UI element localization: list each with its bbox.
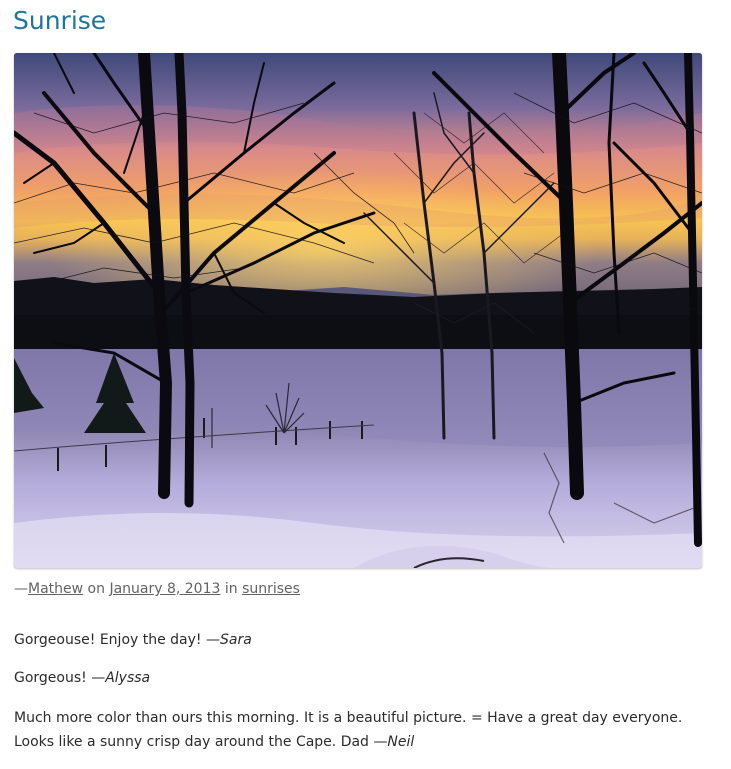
comment-3: Much more color than ours this morning. … <box>14 706 704 754</box>
comment-1: Gorgeouse! Enjoy the day! —Sara <box>14 628 704 652</box>
category-link[interactable]: sunrises <box>242 581 300 597</box>
meta-dash: — <box>14 581 28 597</box>
comment-2: Gorgeous! —Alyssa <box>14 666 704 690</box>
comment-text-line-2: Looks like a sunny crisp day around the … <box>14 734 388 750</box>
meta-on-text: on <box>83 581 110 597</box>
meta-in-text: in <box>220 581 243 597</box>
comment-author: Neil <box>387 734 415 750</box>
author-link[interactable]: Mathew <box>28 581 83 597</box>
sunrise-photo[interactable] <box>14 53 702 568</box>
comment-line-2: Looks like a sunny crisp day around the … <box>14 730 704 754</box>
date-link[interactable]: January 8, 2013 <box>109 581 220 597</box>
comment-text: Gorgeous! — <box>14 670 106 686</box>
comment-author: Sara <box>219 632 252 648</box>
sunrise-photo-drawing <box>14 53 702 568</box>
comment-text-line-1: Much more color than ours this morning. … <box>14 710 683 726</box>
post-meta: —Mathew on January 8, 2013 in sunrises <box>14 579 300 599</box>
comment-text: Gorgeouse! Enjoy the day! — <box>14 632 220 648</box>
post-title[interactable]: Sunrise <box>13 4 106 38</box>
comment-author: Alyssa <box>105 670 151 686</box>
